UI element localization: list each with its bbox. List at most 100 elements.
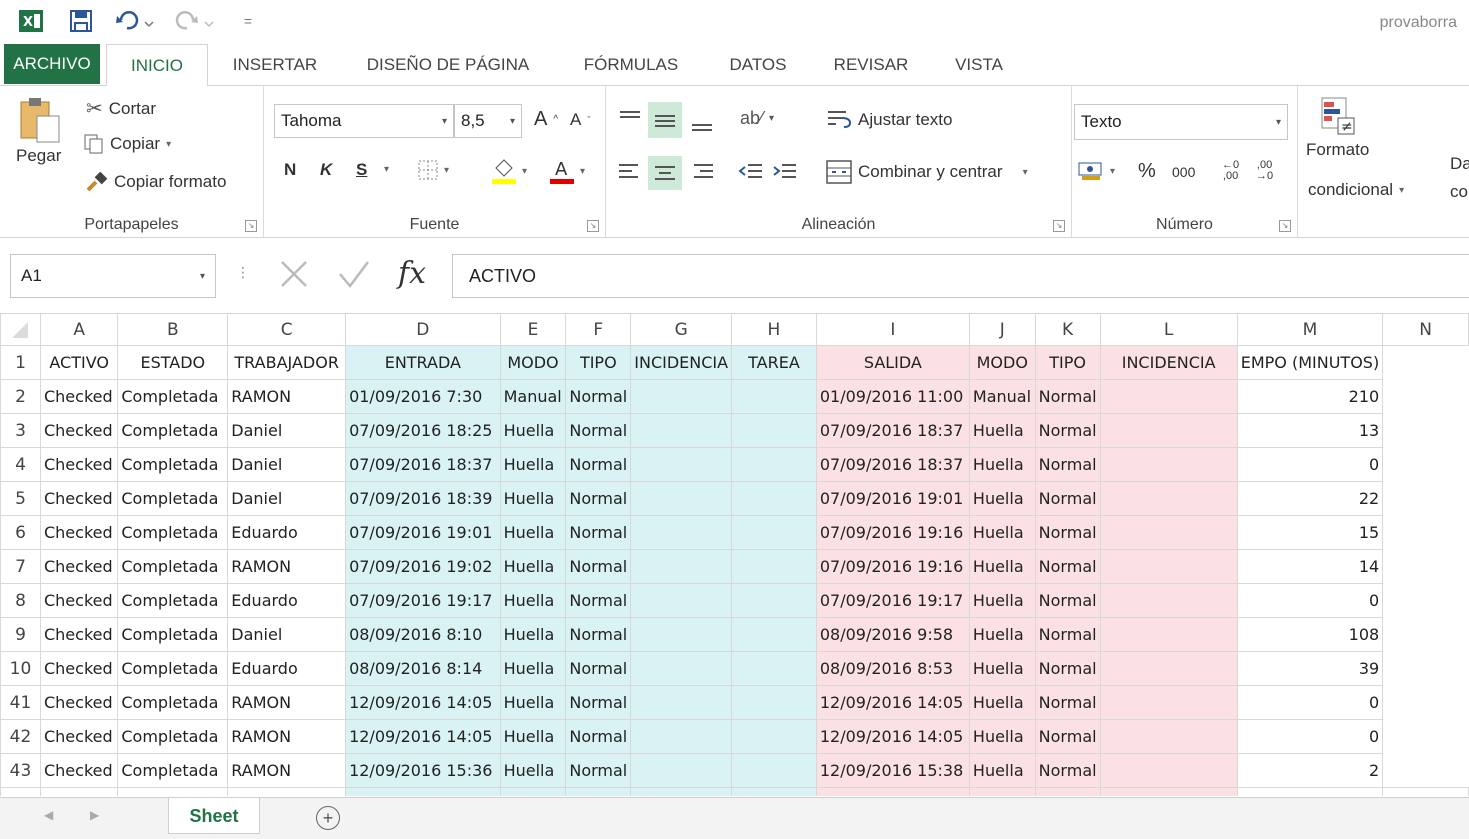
cell[interactable]: Huella	[968, 685, 1036, 720]
cell[interactable]	[227, 787, 347, 796]
cell[interactable]: Normal	[1034, 379, 1101, 414]
cell[interactable]: Huella	[968, 651, 1036, 686]
cell[interactable]: 0	[1236, 447, 1384, 482]
cell[interactable]: 07/09/2016 18:37	[345, 447, 501, 482]
cell[interactable]: Daniel	[227, 447, 347, 482]
cell[interactable]	[731, 617, 817, 652]
cell[interactable]: Huella	[968, 753, 1036, 788]
cell[interactable]: 08/09/2016 8:14	[345, 651, 501, 686]
enter-icon[interactable]	[336, 258, 372, 294]
cell[interactable]	[1383, 346, 1469, 380]
cell[interactable]	[1099, 753, 1238, 788]
cell[interactable]: Completada	[117, 617, 229, 652]
cell[interactable]: Normal	[565, 447, 632, 482]
increase-decimal-button[interactable]: ←0,00	[1222, 160, 1239, 182]
cell[interactable]: 07/09/2016 19:01	[345, 515, 501, 550]
cell[interactable]	[1383, 380, 1469, 414]
column-header[interactable]: K	[1034, 313, 1101, 346]
cell[interactable]: 07/09/2016 19:02	[345, 549, 501, 584]
cell[interactable]	[1383, 414, 1469, 448]
cell[interactable]: Huella	[499, 583, 567, 618]
cell[interactable]: Checked	[39, 549, 119, 584]
percent-button[interactable]: %	[1138, 160, 1156, 183]
name-box[interactable]: A1 ▾	[10, 254, 216, 298]
cell[interactable]: 0	[1236, 719, 1384, 754]
cell[interactable]: Completada	[117, 515, 229, 550]
cell[interactable]	[731, 719, 817, 754]
row-header[interactable]: 6	[0, 515, 41, 550]
bold-button[interactable]: N	[284, 160, 296, 180]
align-top-button[interactable]	[616, 104, 644, 134]
cell[interactable]	[731, 685, 817, 720]
cell[interactable]: Checked	[39, 447, 119, 482]
cell[interactable]	[1099, 787, 1238, 796]
cell[interactable]	[731, 413, 817, 448]
cell[interactable]: Huella	[499, 685, 567, 720]
cell[interactable]: 2	[1236, 753, 1384, 788]
cell[interactable]: 07/09/2016 19:17	[345, 583, 501, 618]
align-middle-button[interactable]	[648, 102, 682, 138]
cell[interactable]: TIPO	[1034, 345, 1101, 380]
cell[interactable]: Huella	[499, 515, 567, 550]
cell[interactable]: Huella	[968, 719, 1036, 754]
row-header[interactable]: 10	[0, 651, 41, 686]
row-header[interactable]: 5	[0, 481, 41, 516]
tab-diseno-de-pagina[interactable]: DISEÑO DE PÁGINA	[352, 44, 544, 86]
row-header[interactable]: 2	[0, 379, 41, 414]
paste-button[interactable]: Pegar	[16, 96, 61, 166]
cell[interactable]: Normal	[565, 413, 632, 448]
row-header[interactable]: 4	[0, 447, 41, 482]
cell[interactable]	[1099, 515, 1238, 550]
cell[interactable]: Checked	[39, 685, 119, 720]
cell[interactable]: Normal	[565, 515, 632, 550]
tab-insertar[interactable]: INSERTAR	[222, 44, 328, 86]
cell[interactable]: Huella	[968, 583, 1036, 618]
cell[interactable]: Checked	[39, 753, 119, 788]
tab-formulas[interactable]: FÓRMULAS	[570, 44, 692, 86]
cell[interactable]: Huella	[499, 617, 567, 652]
cell[interactable]: Normal	[1034, 685, 1101, 720]
align-center-button[interactable]	[648, 156, 682, 190]
cell[interactable]	[1099, 617, 1238, 652]
cell[interactable]: Normal	[1034, 515, 1101, 550]
row-header[interactable]: 3	[0, 413, 41, 448]
cell[interactable]	[1383, 448, 1469, 482]
font-size-select[interactable]: 8,5 ▾	[454, 104, 522, 138]
column-header[interactable]: G	[630, 313, 733, 346]
cell[interactable]	[630, 583, 733, 618]
redo-icon[interactable]	[172, 8, 218, 34]
cell[interactable]: Huella	[499, 719, 567, 754]
cell[interactable]: RAMON	[227, 379, 347, 414]
cell[interactable]: Normal	[565, 379, 632, 414]
column-header[interactable]: J	[968, 313, 1036, 346]
save-icon[interactable]	[68, 8, 94, 34]
cell[interactable]: 07/09/2016 18:37	[815, 413, 970, 448]
cell[interactable]: RAMON	[227, 685, 347, 720]
cell[interactable]: Manual	[499, 379, 567, 414]
cell[interactable]: INCIDENCIA	[1099, 345, 1238, 380]
cell[interactable]: Checked	[39, 583, 119, 618]
borders-button[interactable]: ▾	[418, 160, 449, 180]
cell[interactable]: Normal	[565, 753, 632, 788]
cell[interactable]: TRABAJADOR	[227, 345, 347, 380]
tab-revisar[interactable]: REVISAR	[822, 44, 920, 86]
cell[interactable]: 210	[1236, 379, 1384, 414]
cell[interactable]	[630, 719, 733, 754]
cell[interactable]: Huella	[499, 413, 567, 448]
cell[interactable]: Normal	[565, 685, 632, 720]
orientation-button[interactable]: ab⁄ ▾	[740, 108, 774, 129]
cell[interactable]	[1099, 651, 1238, 686]
cancel-icon[interactable]	[278, 258, 310, 294]
cell[interactable]: Manual	[968, 379, 1036, 414]
font-color-button[interactable]: A ▾	[550, 158, 585, 184]
cell[interactable]: 14	[1236, 549, 1384, 584]
increase-indent-button[interactable]	[772, 160, 798, 182]
cell[interactable]: Huella	[968, 549, 1036, 584]
row-header[interactable]: 7	[0, 549, 41, 584]
cell[interactable]: Eduardo	[227, 583, 347, 618]
cell[interactable]	[630, 787, 733, 796]
format-painter-button[interactable]: Copiar formato	[86, 172, 226, 192]
cell[interactable]: Huella	[499, 753, 567, 788]
dialog-launcher-icon[interactable]: ↘	[245, 220, 257, 232]
cell[interactable]: MODO	[499, 345, 567, 380]
